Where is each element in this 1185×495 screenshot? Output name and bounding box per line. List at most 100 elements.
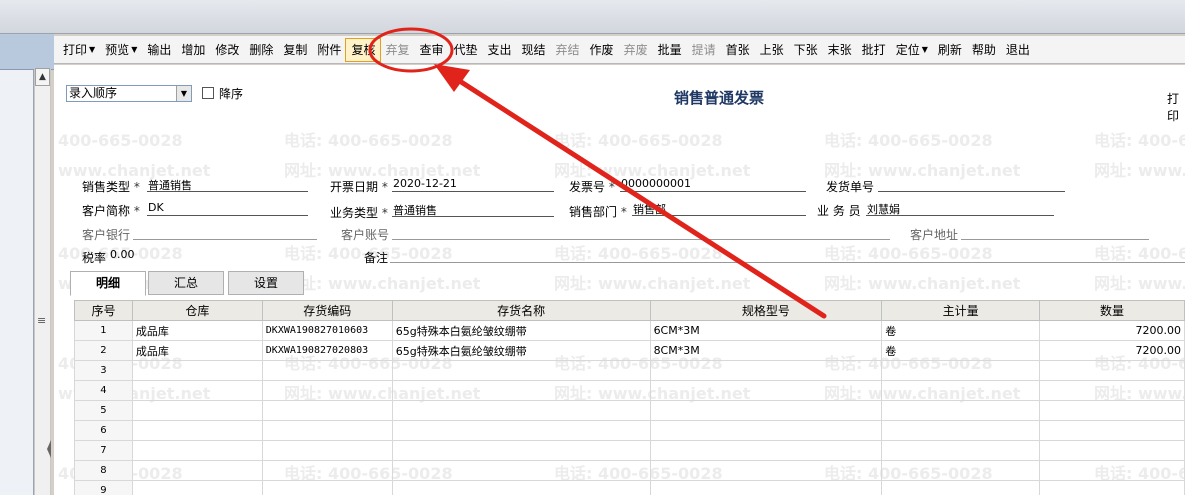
tab-settings[interactable]: 设置 [228,271,304,295]
customer-field[interactable]: DK [147,201,308,216]
cell-spec[interactable]: 8CM*3M [649,340,883,361]
toolbar-attachment-button[interactable]: 附件 [312,39,346,61]
cell-warehouse[interactable] [131,440,263,461]
cell-unit[interactable] [881,360,1041,381]
cell-no[interactable]: 4 [74,380,133,401]
toolbar-copy-button[interactable]: 复制 [278,39,312,61]
cell-code[interactable] [261,460,393,481]
column-header-qty[interactable]: 数量 [1039,300,1185,321]
toolbar-cancel-settle-button[interactable]: 弃结 [551,39,585,61]
toolbar-first-button[interactable]: 首张 [721,39,755,61]
scroll-grip-icon[interactable]: ≡ [37,314,46,327]
toolbar-help-button[interactable]: 帮助 [967,39,1001,61]
cell-warehouse[interactable] [131,420,263,441]
cell-warehouse[interactable] [131,380,263,401]
cell-name[interactable] [391,420,651,441]
cell-no[interactable]: 1 [74,320,133,341]
toolbar-export-button[interactable]: 输出 [142,39,176,61]
cell-unit[interactable] [881,420,1041,441]
cell-warehouse[interactable]: 成品库 [131,340,263,361]
cell-spec[interactable] [649,360,883,381]
toolbar-add-button[interactable]: 增加 [176,39,210,61]
cell-unit[interactable] [881,460,1041,481]
toolbar-delete-button[interactable]: 删除 [244,39,278,61]
toolbar-review-button[interactable]: 复核 [345,37,382,62]
toolbar-edit-button[interactable]: 修改 [210,39,244,61]
table-row[interactable]: 5 [74,400,1185,421]
toolbar-refresh-button[interactable]: 刷新 [933,39,967,61]
cell-spec[interactable] [649,400,883,421]
cell-warehouse[interactable] [131,360,263,381]
scroll-up-icon[interactable]: ▲ [35,68,50,86]
table-row[interactable]: 7 [74,440,1185,461]
sales-type-field[interactable]: 普通销售 [147,177,308,192]
cell-warehouse[interactable] [131,480,263,495]
toolbar-last-button[interactable]: 末张 [823,39,857,61]
cell-no[interactable]: 9 [74,480,133,495]
cell-no[interactable]: 8 [74,460,133,481]
toolbar-query-audit-button[interactable]: 查审 [414,39,448,61]
column-header-spec[interactable]: 规格型号 [649,300,883,321]
tab-detail[interactable]: 明细 [70,271,146,296]
toolbar-cash-settle-button[interactable]: 现结 [517,39,551,61]
chevron-down-icon[interactable]: ▼ [176,86,191,101]
cell-qty[interactable] [1039,440,1185,461]
table-row[interactable]: 9 [74,480,1185,495]
cell-code[interactable]: DKXWA190827010603 [261,320,393,341]
column-header-unit[interactable]: 主计量 [881,300,1041,321]
cell-name[interactable] [391,480,651,495]
chevron-down-icon[interactable]: ▼ [131,45,137,54]
business-type-field[interactable]: 普通销售 [392,202,554,217]
cell-no[interactable]: 5 [74,400,133,421]
cell-warehouse[interactable] [131,460,263,481]
cell-qty[interactable]: 7200.00 [1039,340,1185,361]
cell-code[interactable] [261,380,393,401]
cell-name[interactable] [391,460,651,481]
descending-checkbox[interactable] [202,87,214,99]
cell-code[interactable] [261,360,393,381]
toolbar-submit-button[interactable]: 提请 [687,39,721,61]
cell-unit[interactable] [881,440,1041,461]
cell-qty[interactable] [1039,460,1185,481]
toolbar-cancel-void-button[interactable]: 弃废 [619,39,653,61]
cell-name[interactable] [391,400,651,421]
cell-unit[interactable] [881,480,1041,495]
cell-code[interactable] [261,440,393,461]
remarks-field[interactable] [390,248,1185,263]
customer-bank-field[interactable] [133,225,317,240]
toolbar-print-button[interactable]: 打印 ▼ [58,39,100,61]
cell-no[interactable]: 7 [74,440,133,461]
column-header-code[interactable]: 存货编码 [261,300,393,321]
cell-unit[interactable]: 卷 [881,340,1041,361]
tab-summary[interactable]: 汇总 [148,271,224,295]
cell-unit[interactable] [881,380,1041,401]
toolbar-locate-button[interactable]: 定位 ▼ [891,39,933,61]
cell-spec[interactable] [649,380,883,401]
cell-name[interactable] [391,360,651,381]
toolbar-cancel-review-button[interactable]: 弃复 [380,39,414,61]
cell-warehouse[interactable] [131,400,263,421]
toolbar-expense-button[interactable]: 支出 [483,39,517,61]
invoice-number-field[interactable]: 0000000001 [620,177,806,192]
cell-unit[interactable] [881,400,1041,421]
cell-no[interactable]: 3 [74,360,133,381]
cell-code[interactable]: DKXWA190827020803 [261,340,393,361]
salesperson-field[interactable]: 刘慧娟 [866,201,1054,216]
cell-code[interactable] [261,480,393,495]
cell-qty[interactable] [1039,420,1185,441]
cell-warehouse[interactable]: 成品库 [131,320,263,341]
toolbar-batch-print-button[interactable]: 批打 [857,39,891,61]
sales-dept-field[interactable]: 销售部 [632,201,806,216]
delivery-number-field[interactable] [878,177,1065,192]
table-row[interactable]: 6 [74,420,1185,441]
cell-name[interactable]: 65g特殊本白氨纶皱纹绷带 [391,340,651,361]
column-header-no[interactable]: 序号 [74,300,133,321]
table-row[interactable]: 4 [74,380,1185,401]
table-row[interactable]: 1 成品库 DKXWA190827010603 65g特殊本白氨纶皱纹绷带 6CM*3M… [74,320,1185,341]
toolbar-next-button[interactable]: 下张 [789,39,823,61]
customer-address-field[interactable] [961,225,1149,240]
column-header-warehouse[interactable]: 仓库 [131,300,263,321]
cell-spec[interactable] [649,460,883,481]
table-row[interactable]: 2 成品库 DKXWA190827020803 65g特殊本白氨纶皱纹绷带 8CM*3M… [74,340,1185,361]
cell-no[interactable]: 6 [74,420,133,441]
